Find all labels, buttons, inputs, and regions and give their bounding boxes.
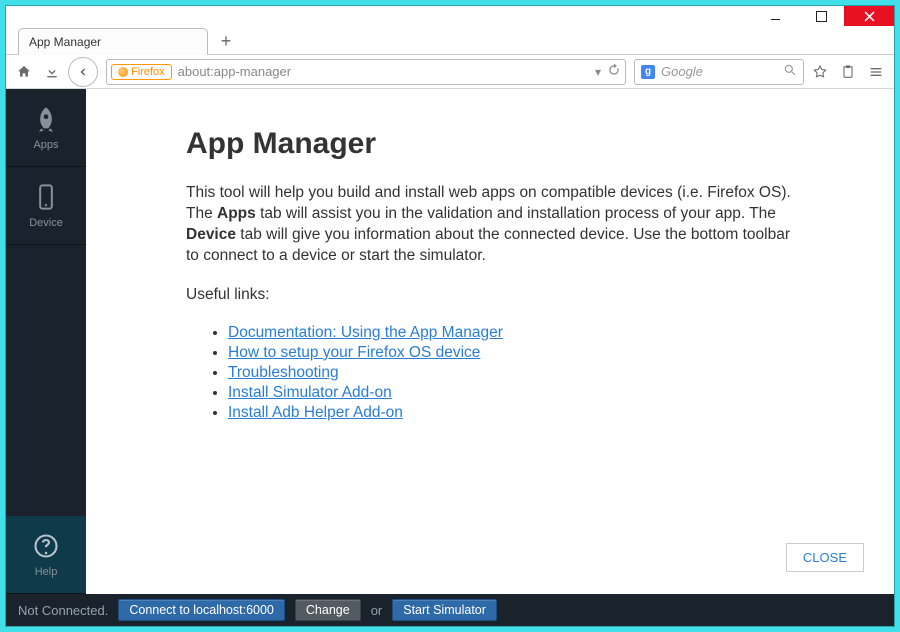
- bottom-toolbar: Not Connected. Connect to localhost:6000…: [6, 594, 894, 626]
- intro-paragraph: This tool will help you build and instal…: [186, 183, 796, 267]
- magnifier-icon: [783, 63, 797, 77]
- window-maximize-button[interactable]: [798, 6, 844, 26]
- phone-icon: [32, 183, 60, 211]
- browser-tab[interactable]: App Manager: [18, 28, 208, 54]
- start-simulator-button[interactable]: Start Simulator: [392, 599, 497, 621]
- home-button[interactable]: [12, 60, 36, 84]
- library-button[interactable]: [836, 60, 860, 84]
- new-tab-button[interactable]: +: [212, 30, 240, 52]
- list-item: How to setup your Firefox OS device: [228, 344, 866, 362]
- tab-strip: App Manager +: [6, 26, 894, 55]
- star-icon: [812, 64, 828, 80]
- downloads-button[interactable]: [40, 60, 64, 84]
- nav-toolbar: Firefox about:app-manager ▾ g Google: [6, 55, 894, 89]
- close-panel-button[interactable]: CLOSE: [786, 543, 864, 572]
- list-item: Documentation: Using the App Manager: [228, 324, 866, 342]
- url-text: about:app-manager: [172, 64, 595, 79]
- search-bar[interactable]: g Google: [634, 59, 804, 85]
- list-item: Install Simulator Add-on: [228, 384, 866, 402]
- back-button[interactable]: [68, 57, 98, 87]
- dropdown-icon[interactable]: ▾: [595, 65, 601, 79]
- hamburger-icon: [868, 64, 884, 80]
- url-actions: ▾: [595, 63, 621, 80]
- download-icon: [44, 64, 60, 80]
- bookmark-button[interactable]: [808, 60, 832, 84]
- connect-button[interactable]: Connect to localhost:6000: [118, 599, 285, 621]
- search-engine-icon[interactable]: g: [641, 65, 655, 79]
- sidebar-label: Help: [35, 566, 58, 578]
- sidebar-label: Apps: [33, 139, 58, 151]
- connection-status: Not Connected.: [18, 603, 108, 618]
- url-bar[interactable]: Firefox about:app-manager ▾: [106, 59, 626, 85]
- close-icon: [864, 11, 875, 22]
- sidebar-item-device[interactable]: Device: [6, 167, 86, 245]
- sidebar-label: Device: [29, 217, 63, 229]
- search-submit[interactable]: [783, 63, 797, 80]
- back-arrow-icon: [76, 65, 90, 79]
- main-panel: App Manager This tool will help you buil…: [86, 89, 894, 594]
- sidebar-item-help[interactable]: Help: [6, 516, 86, 594]
- window-close-button[interactable]: [844, 6, 894, 26]
- or-label: or: [371, 603, 383, 618]
- link-install-simulator[interactable]: Install Simulator Add-on: [228, 384, 392, 401]
- content-area: Apps Device Help App Manager This tool w…: [6, 89, 894, 594]
- rocket-icon: [32, 105, 60, 133]
- link-setup-device[interactable]: How to setup your Firefox OS device: [228, 344, 480, 361]
- help-icon: [32, 532, 60, 560]
- sidebar-spacer: [6, 245, 86, 516]
- change-button[interactable]: Change: [295, 599, 361, 621]
- tab-title: App Manager: [29, 35, 101, 49]
- links-list: Documentation: Using the App Manager How…: [186, 324, 866, 422]
- clipboard-icon: [840, 64, 856, 80]
- reload-icon: [607, 63, 621, 77]
- identity-badge[interactable]: Firefox: [111, 64, 172, 80]
- link-install-adb[interactable]: Install Adb Helper Add-on: [228, 404, 403, 421]
- list-item: Troubleshooting: [228, 364, 866, 382]
- browser-window: App Manager + Firefox about:app-manager …: [5, 5, 895, 627]
- reload-button[interactable]: [607, 63, 621, 80]
- home-icon: [16, 64, 32, 80]
- window-minimize-button[interactable]: [752, 6, 798, 26]
- useful-links-heading: Useful links:: [186, 285, 796, 306]
- search-placeholder: Google: [661, 64, 703, 79]
- list-item: Install Adb Helper Add-on: [228, 404, 866, 422]
- link-troubleshooting[interactable]: Troubleshooting: [228, 364, 339, 381]
- app-sidebar: Apps Device Help: [6, 89, 86, 594]
- menu-button[interactable]: [864, 60, 888, 84]
- window-titlebar: [6, 6, 894, 26]
- sidebar-item-apps[interactable]: Apps: [6, 89, 86, 167]
- page-title: App Manager: [186, 127, 866, 161]
- link-documentation[interactable]: Documentation: Using the App Manager: [228, 324, 503, 341]
